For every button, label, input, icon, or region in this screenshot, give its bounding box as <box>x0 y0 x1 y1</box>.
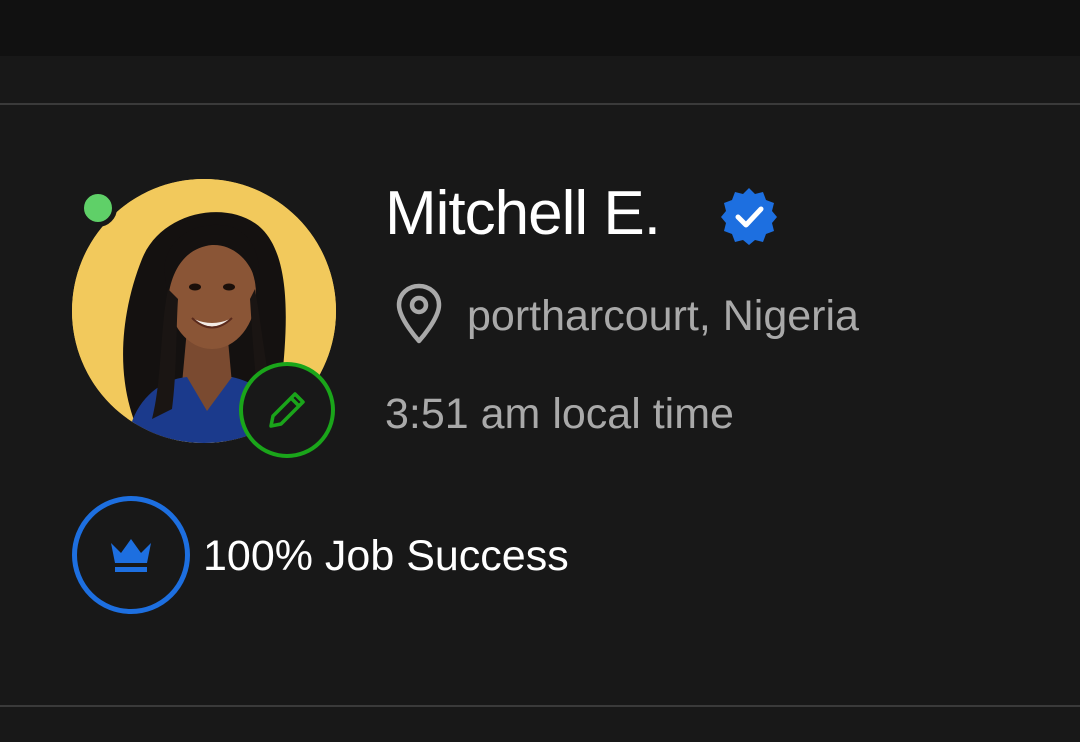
profile-location: portharcourt, Nigeria <box>467 292 859 340</box>
job-success-label: 100% Job Success <box>203 532 569 580</box>
job-success-badge <box>72 496 190 614</box>
crown-icon <box>111 539 151 572</box>
divider <box>0 103 1080 105</box>
divider <box>0 705 1080 707</box>
profile-name: Mitchell E. <box>385 179 661 248</box>
top-bar <box>0 0 1080 56</box>
local-time: 3:51 am local time <box>385 390 734 438</box>
pencil-icon <box>269 392 305 428</box>
online-status-indicator <box>79 189 117 227</box>
map-pin-icon <box>396 283 442 344</box>
edit-profile-photo-button[interactable] <box>239 362 335 458</box>
verified-badge-icon <box>721 188 777 245</box>
